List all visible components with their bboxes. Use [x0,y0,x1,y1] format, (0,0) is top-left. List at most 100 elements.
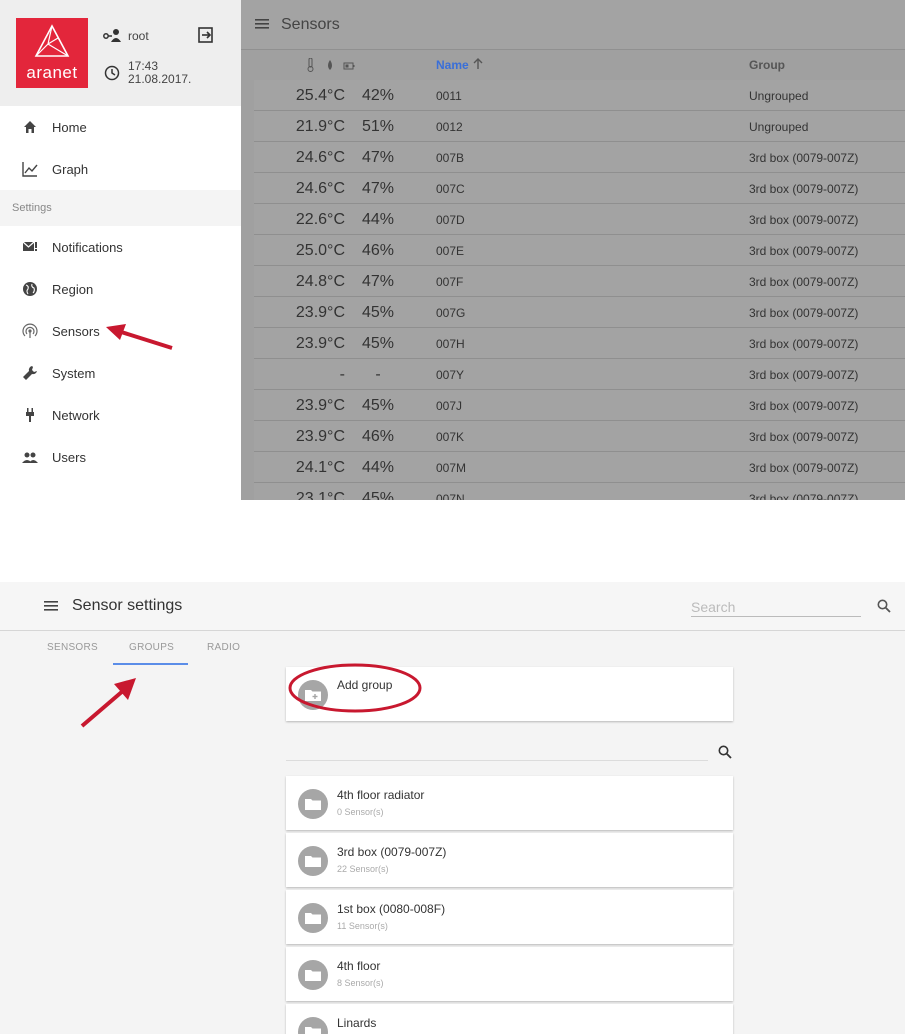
sidebar-item-network[interactable]: Network [0,394,241,436]
table-row[interactable]: 21.9°C 51% 0012 Ungrouped [254,111,905,142]
sidebar-item-label: Home [52,120,87,135]
sidebar-item-home[interactable]: Home [0,106,241,148]
table-row[interactable]: 23.9°C 45% 007J 3rd box (0079-007Z) [254,390,905,421]
humidity-cell: 47% [362,273,395,290]
table-row[interactable]: 25.4°C 42% 0011 Ungrouped [254,80,905,111]
sidebar-item-label: System [52,366,96,381]
battery-icon [343,62,355,70]
temperature-cell: 23.9°C [295,397,345,414]
temperature-cell: 25.4°C [295,87,345,104]
home-icon [24,121,36,133]
name-cell: 007H [436,337,465,351]
humidity-cell: 45% [362,397,395,414]
group-cell: Ungrouped [749,89,809,103]
table-row[interactable]: 23.9°C 46% 007K 3rd box (0079-007Z) [254,421,905,452]
app-bar: Sensors [241,0,905,50]
annotation-arrow-icon [80,678,136,728]
sidebar-item-label: Sensors [52,324,100,339]
sidebar-item-graph[interactable]: Graph [0,148,241,190]
temperature-cell: 23.9°C [295,428,345,445]
sidebar-item-label: Graph [52,162,89,177]
group-card[interactable]: 4th floor 8 Sensor(s) [286,947,733,1001]
temperature-cell: 21.9°C [295,118,345,135]
table-row[interactable]: 23.9°C 45% 007G 3rd box (0079-007Z) [254,297,905,328]
table-row[interactable]: 23.9°C 45% 007H 3rd box (0079-007Z) [254,328,905,359]
annotation-ellipse [288,663,422,713]
tab-groups[interactable]: GROUPS [129,642,174,653]
temperature-cell: 23.9°C [295,304,345,321]
tab-radio[interactable]: RADIO [207,642,240,653]
name-cell: 007F [436,275,464,289]
logout-icon[interactable] [198,27,214,43]
sidebar-item-label: Users [52,450,86,465]
group-filter-input[interactable] [286,760,708,761]
column-header-group[interactable]: Group [749,50,785,80]
name-cell: 007J [436,399,463,413]
group-card[interactable]: 4th floor radiator 0 Sensor(s) [286,776,733,830]
group-sensor-count: 11 Sensor(s) [337,921,388,931]
folder-icon [298,960,328,990]
table-row[interactable]: 24.6°C 47% 007B 3rd box (0079-007Z) [254,142,905,173]
group-cell: Ungrouped [749,120,809,134]
name-cell: 007K [436,430,465,444]
folder-icon [298,1017,328,1034]
graph-icon [22,162,38,177]
date: 21.08.2017. [128,72,192,86]
network-plug-icon [26,408,34,422]
sidebar-item-users[interactable]: Users [0,436,241,478]
table-row[interactable]: 24.8°C 47% 007F 3rd box (0079-007Z) [254,266,905,297]
thermometer-icon [307,58,314,72]
group-card[interactable]: 3rd box (0079-007Z) 22 Sensor(s) [286,833,733,887]
table-row[interactable]: 22.6°C 44% 007D 3rd box (0079-007Z) [254,204,905,235]
table-row[interactable]: - - 007Y 3rd box (0079-007Z) [254,359,905,390]
folder-icon [298,789,328,819]
tab-sensors[interactable]: SENSORS [47,642,98,653]
group-cell: 3rd box (0079-007Z) [749,368,859,382]
table-row[interactable]: 24.1°C 44% 007M 3rd box (0079-007Z) [254,452,905,483]
temperature-cell: 25.0°C [295,242,345,259]
table-row[interactable]: 23.1°C 45% 007N 3rd box (0079-007Z) [254,483,905,500]
humidity-cell: 51% [362,118,395,135]
group-name: 3rd box (0079-007Z) [337,845,447,859]
menu-icon[interactable] [255,18,269,30]
group-card[interactable]: Linards [286,1004,733,1034]
folder-icon [298,903,328,933]
column-icons [307,58,355,72]
aranet-logo[interactable]: aranet [16,18,88,88]
sidebar: aranet root 17:43 21.08.2017. Home Graph… [0,0,241,500]
table-row[interactable]: 25.0°C 46% 007E 3rd box (0079-007Z) [254,235,905,266]
group-cell: 3rd box (0079-007Z) [749,337,859,351]
humidity-cell: 47% [362,149,395,166]
name-cell: 007C [436,182,465,196]
sidebar-item-notifications[interactable]: Notifications [0,226,241,268]
user-key-icon [103,29,121,42]
column-header-name[interactable]: Name [436,50,484,80]
datetime: 17:43 21.08.2017. [128,60,191,86]
temperature-cell: - [339,366,345,383]
group-name: 4th floor [337,959,381,973]
logo-text: aranet [26,63,78,82]
group-name: 4th floor radiator [337,788,425,802]
group-cell: 3rd box (0079-007Z) [749,244,859,258]
search-icon[interactable] [718,745,732,759]
temperature-cell: 24.6°C [295,180,345,197]
search-input[interactable] [691,597,861,617]
sidebar-item-system[interactable]: System [0,352,241,394]
sidebar-item-region[interactable]: Region [0,268,241,310]
search-icon[interactable] [877,599,891,613]
humidity-cell: - [375,366,381,383]
menu-icon[interactable] [44,600,58,612]
group-cell: 3rd box (0079-007Z) [749,275,859,289]
sensors-screenshot: aranet root 17:43 21.08.2017. Home Graph… [0,0,905,500]
temperature-cell: 23.9°C [295,335,345,352]
sort-arrow-up-icon [473,58,483,69]
clock-icon [104,65,120,81]
name-cell: 007N [436,492,465,500]
group-card[interactable]: 1st box (0080-008F) 11 Sensor(s) [286,890,733,944]
group-cell: 3rd box (0079-007Z) [749,213,859,227]
table-row[interactable]: 24.6°C 47% 007C 3rd box (0079-007Z) [254,173,905,204]
name-cell: 007G [436,306,466,320]
temperature-cell: 23.1°C [295,490,345,500]
humidity-cell: 46% [362,242,395,259]
group-name: 1st box (0080-008F) [337,902,446,916]
